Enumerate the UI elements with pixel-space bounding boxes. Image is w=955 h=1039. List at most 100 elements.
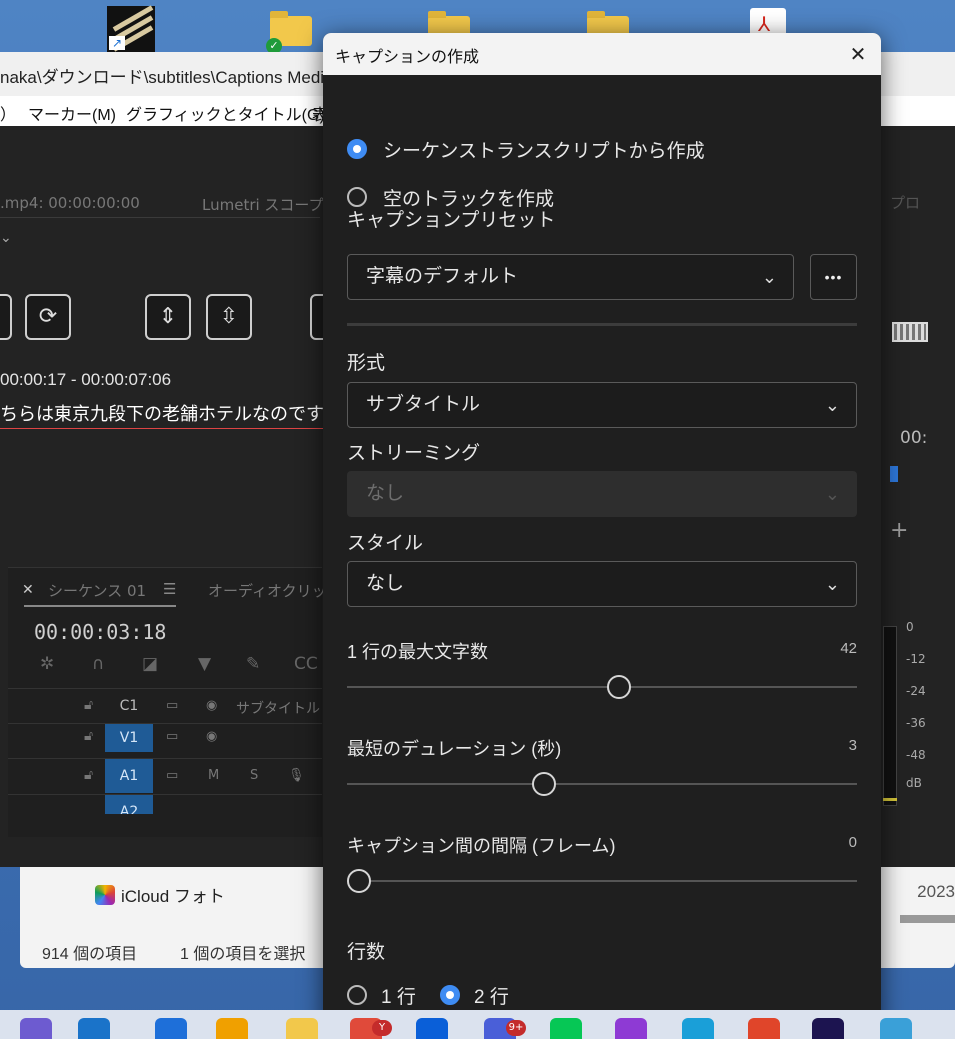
app-icon[interactable] [615,1018,647,1039]
track-c1[interactable]: 🔓︎ C1 ▭ ◉ サブタイトル [8,688,322,722]
caption-timecode: 00:00:17 - 00:00:07:06 [0,370,172,389]
track-name[interactable]: V1 [105,724,153,752]
caption-text[interactable]: ちらは東京九段下の老舗ホテルなのです [0,400,324,429]
sync-icon[interactable]: ▭ [166,768,178,783]
radio-one-line[interactable]: 1 行 [347,981,416,1009]
nest-icon[interactable]: ✲ [40,654,54,674]
horizontal-scrollbar[interactable] [900,915,955,923]
status-selected-count: 1 個の項目を選択 [180,946,306,963]
add-button-icon[interactable]: + [890,518,908,543]
app-icon[interactable] [748,1018,780,1039]
max-chars-track[interactable] [347,686,857,688]
track-name[interactable]: A2 [105,795,153,814]
line-icon[interactable] [550,1018,582,1039]
track-name[interactable]: C1 [105,689,153,723]
radio-from-transcript[interactable]: シーケンストランスクリプトから作成 [347,135,705,163]
menu-item-marker[interactable]: マーカー(M) [28,101,116,125]
radio-two-lines[interactable]: 2 行 [440,981,509,1009]
status-item-count: 914 個の項目 [42,946,138,963]
panel-menu-icon[interactable]: ⌄ [0,230,12,246]
radio-checked-icon[interactable] [440,985,460,1005]
tab-audio-clip[interactable]: オーディオクリッ [208,580,327,601]
close-icon[interactable]: ✕ [22,582,34,598]
panel-tabs: .mp4: 00:00:00:00 Lumetri スコープ [0,188,324,218]
tab-lumetri[interactable]: Lumetri スコープ [202,194,324,215]
create-captions-dialog: キャプションの作成 ✕ シーケンストランスクリプトから作成 空のトラックを作成 … [323,33,881,1039]
track-name[interactable]: A1 [105,759,153,793]
track-v1[interactable]: 🔓︎ V1 ▭ ◉ [8,723,322,752]
max-chars-slider[interactable] [607,675,632,699]
sync-icon[interactable]: ▭ [166,698,178,713]
more-options-button[interactable]: ••• [810,254,857,300]
app-icon[interactable] [216,1018,248,1039]
premiere-icon[interactable] [812,1018,844,1039]
playhead-marker[interactable] [890,466,898,482]
dropbox-icon[interactable] [416,1018,448,1039]
text-panel: .mp4: 00:00:00:00 Lumetri スコープ ⌄ ⟳ ⇕ ⇳ 0… [0,188,356,560]
style-select[interactable]: なし ⌄ [347,561,857,607]
min-duration-slider[interactable] [531,772,556,796]
radio-checked-icon[interactable] [347,139,367,159]
snap-icon[interactable]: ∩ [92,654,104,674]
caption-gap-slider[interactable] [347,869,371,893]
close-icon[interactable]: ✕ [841,37,875,71]
tab-underline [24,605,176,607]
caption-track-icon[interactable] [892,322,928,342]
max-chars-value: 42 [840,640,857,657]
panel-button[interactable] [0,294,12,340]
format-select[interactable]: サブタイトル ⌄ [347,382,857,428]
db-tick: -24 [906,684,926,698]
shortcut-icon[interactable]: ↗ [107,5,155,52]
program-monitor-panel: プロ 00: + 0 -12 -24 -36 -48 dB [880,188,955,868]
expand-icon[interactable]: ⇕ [145,294,191,340]
db-unit: dB [906,776,922,790]
mail-icon[interactable] [155,1018,187,1039]
linked-selection-icon[interactable]: ◪ [142,654,158,674]
eye-icon[interactable]: ◉ [206,698,217,713]
section-divider [347,323,857,326]
icloud-photos-item[interactable]: iCloud フォト [95,882,225,907]
outlook-icon[interactable] [78,1018,110,1039]
radio-unchecked-icon[interactable] [347,985,367,1005]
icloud-photos-icon [95,885,115,905]
lock-icon[interactable]: 🔓︎ [84,697,93,713]
file-explorer-icon[interactable] [286,1018,318,1039]
caption-gap-value: 0 [848,834,857,851]
preset-select[interactable]: 字幕のデフォルト ⌄ [347,254,794,300]
mute-button[interactable]: M [208,768,219,783]
collapse-icon[interactable]: ⇳ [206,294,252,340]
refresh-icon[interactable]: ⟳ [25,294,71,340]
preset-label: キャプションプリセット [347,210,556,231]
marker-icon[interactable]: ▼ [198,654,211,674]
dialog-title: キャプションの作成 [335,49,480,66]
timeline-panel: ✕ シーケンス 01 ☰ オーディオクリッ 00:00:03:18 ✲ ∩ ◪ … [8,567,327,837]
wrench-icon[interactable]: ✎ [246,654,260,674]
radio-unchecked-icon[interactable] [347,187,367,207]
dialog-titlebar: キャプションの作成 ✕ [323,33,881,75]
lock-icon[interactable]: 🔓︎ [84,767,93,783]
app-icon[interactable] [20,1018,52,1039]
tab-sequence[interactable]: シーケンス 01 [48,580,146,601]
caption-gap-track[interactable] [347,880,857,882]
menu-item-graphics[interactable]: グラフィックとタイトル(G) [126,101,325,125]
radio-label: 1 行 [381,986,416,1008]
track-a1[interactable]: 🔓︎ A1 ▭ M S 🎙︎ [8,758,322,793]
eye-icon[interactable]: ◉ [206,729,217,744]
min-duration-track[interactable] [347,783,857,785]
menu-item-clip[interactable]: ） [0,101,16,125]
lock-icon[interactable]: 🔓︎ [84,728,93,744]
tab-source[interactable]: .mp4: 00:00:00:00 [0,194,140,212]
sync-icon[interactable]: ▭ [166,729,178,744]
captions-icon[interactable]: CC [294,654,318,674]
microphone-icon[interactable]: 🎙︎ [288,768,305,783]
playhead-timecode[interactable]: 00:00:03:18 [34,620,166,644]
track-a2[interactable]: A2 [8,794,322,814]
db-tick: 0 [906,620,914,634]
edge-icon[interactable] [682,1018,714,1039]
notepad-icon[interactable] [880,1018,912,1039]
tab-program[interactable]: プロ [890,192,920,213]
solo-button[interactable]: S [250,768,258,783]
hamburger-menu-icon[interactable]: ☰ [163,580,176,598]
chevron-down-icon: ⌄ [824,395,840,415]
project-path: naka\ダウンロード\subtitles\Captions Media\ [0,68,339,87]
